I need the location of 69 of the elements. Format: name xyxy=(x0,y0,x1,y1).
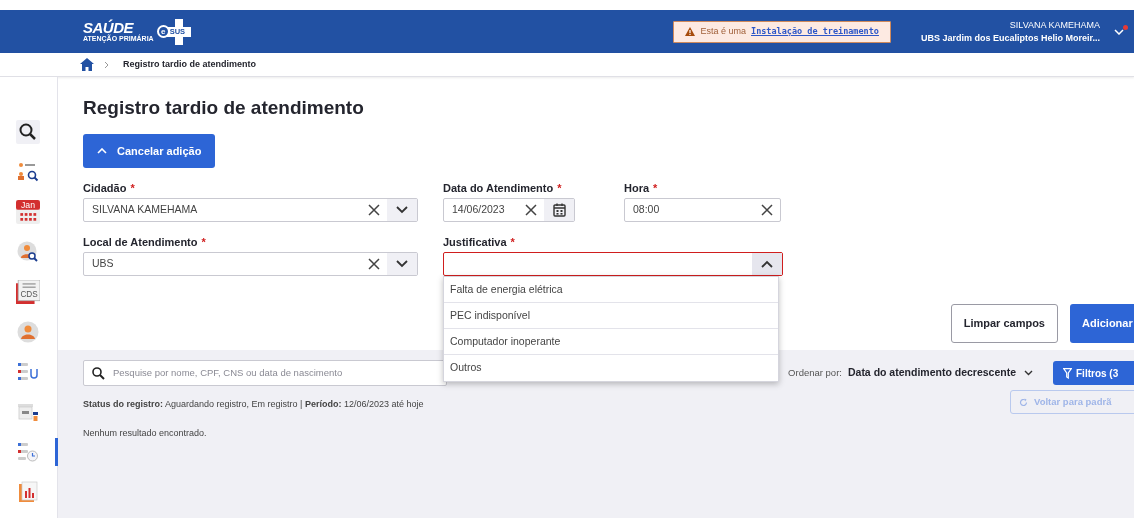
people-search-icon xyxy=(16,161,39,183)
required-mark: * xyxy=(201,236,206,248)
clear-fields-button[interactable]: Limpar campos xyxy=(950,304,1058,343)
logo-title: SAÚDE xyxy=(83,20,134,35)
dropdown-option[interactable]: Falta de energia elétrica xyxy=(444,277,778,303)
unit-name: UBS Jardim dos Eucaliptos Helio Moreir... xyxy=(920,33,1100,43)
chart-report-icon xyxy=(16,481,39,503)
user-name: SILVANA KAMEHAMA xyxy=(1009,20,1100,30)
dropdown-toggle[interactable] xyxy=(387,253,417,275)
field-value: 14/06/2023 xyxy=(451,202,506,218)
list-clock-icon xyxy=(16,441,39,463)
chevron-down-icon xyxy=(396,260,408,268)
select-field[interactable] xyxy=(443,252,783,276)
filter-icon xyxy=(1063,367,1072,379)
notice-link[interactable]: Instalação de treinamento xyxy=(751,25,879,38)
field-label: Hora xyxy=(624,182,650,194)
clear-icon[interactable] xyxy=(761,204,773,216)
dropdown-toggle[interactable] xyxy=(387,199,417,221)
field-value: SILVANA KAMEHAMA xyxy=(91,202,199,218)
required-mark: * xyxy=(653,182,658,194)
sort-dropdown[interactable]: Data do atendimento decrescente xyxy=(847,365,1033,381)
clear-icon[interactable] xyxy=(368,258,380,270)
field-label: Cidadão xyxy=(83,182,127,194)
empty-message: Nenhum resultado encontrado. xyxy=(83,427,208,440)
field-value: 08:00 xyxy=(632,202,661,218)
time-field[interactable]: 08:00 xyxy=(624,198,781,222)
box-icon xyxy=(16,401,39,423)
home-icon[interactable] xyxy=(80,58,94,71)
select-field[interactable]: UBS xyxy=(83,252,418,276)
field-label: Local de Atendimento xyxy=(83,236,198,248)
dropdown-option[interactable]: PEC indisponível xyxy=(444,303,778,329)
required-mark: * xyxy=(130,182,135,194)
page-title: Registro tardio de atendimento xyxy=(83,97,365,119)
dropdown-toggle[interactable] xyxy=(752,253,782,275)
notice-text: Esta é uma xyxy=(700,24,746,38)
date-field[interactable]: 14/06/2023 xyxy=(443,198,575,222)
field-label: Justificativa xyxy=(443,236,507,248)
chevron-up-icon xyxy=(761,260,773,268)
chevron-down-icon xyxy=(1114,28,1124,35)
required-mark: * xyxy=(510,236,515,248)
sidebar-item[interactable]: Jan xyxy=(0,198,58,226)
refresh-icon xyxy=(1019,397,1028,407)
chevron-down-icon xyxy=(396,206,408,214)
required-mark: * xyxy=(557,182,562,194)
clear-icon[interactable] xyxy=(368,204,380,216)
list-stethoscope-icon xyxy=(16,361,39,383)
calendar-icon: Jan xyxy=(15,200,40,224)
dropdown-option[interactable]: Computador inoperante xyxy=(444,329,778,355)
cancel-add-button[interactable]: Cancelar adição xyxy=(83,134,216,168)
clear-icon[interactable] xyxy=(525,204,537,216)
search-field[interactable]: Pesquise por nome, CPF, CNS ou data de nascimento xyxy=(83,360,447,386)
breadcrumb-item: Registro tardio de atendimento xyxy=(122,57,256,71)
field-label: Data do Atendimento xyxy=(443,182,554,194)
select-field[interactable]: SILVANA KAMEHAMA xyxy=(83,198,418,222)
dropdown-option[interactable]: Outros xyxy=(444,355,778,381)
person-icon xyxy=(16,321,39,343)
calendar-icon[interactable] xyxy=(552,203,566,217)
search-icon xyxy=(92,366,105,380)
chevron-up-icon xyxy=(97,148,107,154)
warning-icon xyxy=(685,27,696,36)
sort-label: Ordenar por: xyxy=(788,365,842,380)
status-summary: Status do registro: Aguardando registro, Em registro | Período: 12/06/2023 até hoje xyxy=(83,398,425,412)
person-search-icon xyxy=(16,241,39,263)
add-button[interactable]: Adicionar xyxy=(1070,304,1134,343)
chevron-right-icon xyxy=(104,60,109,69)
search-placeholder: Pesquise por nome, CPF, CNS ou data de nascimento xyxy=(113,365,343,380)
chevron-down-icon xyxy=(1024,370,1033,376)
filters-button[interactable]: Filtros (3 xyxy=(1053,361,1134,385)
field-value: UBS xyxy=(91,256,115,272)
